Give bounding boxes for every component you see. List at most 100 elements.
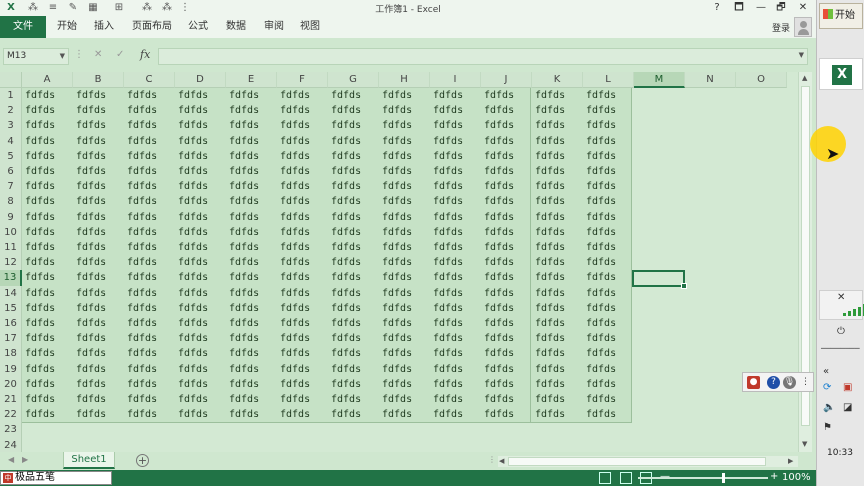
cell[interactable]: fdfds [481,255,514,270]
cell[interactable]: fdfds [328,286,361,301]
cell[interactable]: fdfds [481,286,514,301]
column-header-c[interactable]: C [124,72,175,88]
cell[interactable]: fdfds [226,179,259,194]
row-header-17[interactable]: 17 [0,331,22,347]
normal-view-icon[interactable] [599,472,611,484]
cell[interactable]: fdfds [124,407,157,422]
cell[interactable]: fdfds [175,331,208,346]
cell[interactable]: fdfds [379,286,412,301]
cell[interactable]: fdfds [73,392,106,407]
tab-insert[interactable]: 插入 [88,16,120,38]
column-header-f[interactable]: F [277,72,328,88]
cell[interactable]: fdfds [430,179,463,194]
add-sheet-button[interactable]: + [136,454,149,467]
cell[interactable]: fdfds [583,377,616,392]
cell[interactable]: fdfds [73,255,106,270]
row-header-18[interactable]: 18 [0,346,22,362]
cell[interactable]: fdfds [277,210,310,225]
cell[interactable]: fdfds [73,407,106,422]
restore-icon[interactable]: 🗗 [772,1,790,15]
cell[interactable]: fdfds [124,301,157,316]
cell[interactable]: fdfds [583,179,616,194]
cell[interactable]: fdfds [379,270,412,285]
cell[interactable]: fdfds [175,346,208,361]
column-header-k[interactable]: K [532,72,583,88]
cell[interactable]: fdfds [175,255,208,270]
horizontal-scroll-thumb[interactable] [508,457,766,466]
zoom-slider-thumb[interactable] [722,473,725,483]
row-header-6[interactable]: 6 [0,164,22,180]
cell[interactable]: fdfds [277,88,310,103]
cell[interactable]: fdfds [73,301,106,316]
insert-function-button[interactable]: fx [140,48,150,61]
cell[interactable]: fdfds [379,377,412,392]
row-header-23[interactable]: 23 [0,422,22,438]
cell[interactable]: fdfds [430,88,463,103]
cell[interactable]: fdfds [532,316,565,331]
row-header-4[interactable]: 4 [0,133,22,149]
cell[interactable]: fdfds [379,210,412,225]
cell[interactable]: fdfds [481,179,514,194]
cell[interactable]: fdfds [481,316,514,331]
cell[interactable]: fdfds [328,331,361,346]
scroll-down-icon[interactable]: ▼ [802,440,807,448]
cell[interactable]: fdfds [124,88,157,103]
cell[interactable]: fdfds [532,225,565,240]
cell[interactable]: fdfds [481,301,514,316]
cell[interactable]: fdfds [277,164,310,179]
cell[interactable]: fdfds [226,210,259,225]
cell[interactable]: fdfds [226,392,259,407]
cell[interactable]: fdfds [583,194,616,209]
cell[interactable]: fdfds [430,134,463,149]
cell[interactable]: fdfds [226,103,259,118]
cell[interactable]: fdfds [73,240,106,255]
cell[interactable]: fdfds [73,88,106,103]
cell[interactable]: fdfds [430,362,463,377]
cell[interactable]: fdfds [430,103,463,118]
cell[interactable]: fdfds [277,270,310,285]
active-cell[interactable] [632,270,687,289]
cell[interactable]: fdfds [124,362,157,377]
cell[interactable]: fdfds [328,103,361,118]
cell[interactable]: fdfds [532,407,565,422]
cell[interactable]: fdfds [22,194,55,209]
cell[interactable]: fdfds [583,149,616,164]
cell[interactable]: fdfds [379,362,412,377]
cell[interactable]: fdfds [430,240,463,255]
cell[interactable]: fdfds [124,316,157,331]
cell[interactable]: fdfds [277,149,310,164]
cell[interactable]: fdfds [124,194,157,209]
cell[interactable]: fdfds [73,362,106,377]
tab-data[interactable]: 数据 [220,16,252,38]
cell[interactable]: fdfds [583,255,616,270]
cell[interactable]: fdfds [22,149,55,164]
cell[interactable]: fdfds [532,210,565,225]
cell[interactable]: fdfds [328,225,361,240]
cell[interactable]: fdfds [124,286,157,301]
cell[interactable]: fdfds [73,346,106,361]
cell[interactable]: fdfds [277,179,310,194]
row-header-11[interactable]: 11 [0,240,22,256]
cell[interactable]: fdfds [430,270,463,285]
cell[interactable]: fdfds [175,270,208,285]
cell[interactable]: fdfds [226,194,259,209]
cell[interactable]: fdfds [379,316,412,331]
cell[interactable]: fdfds [430,164,463,179]
cell[interactable]: fdfds [583,210,616,225]
row-header-10[interactable]: 10 [0,224,22,240]
cell[interactable]: fdfds [277,407,310,422]
cell[interactable]: fdfds [277,134,310,149]
cell[interactable]: fdfds [583,88,616,103]
tab-view[interactable]: 视图 [294,16,326,38]
cell[interactable]: fdfds [583,407,616,422]
split-handle-icon[interactable]: ⋮ [488,455,496,464]
row-header-2[interactable]: 2 [0,103,22,119]
cell[interactable]: fdfds [124,118,157,133]
cell[interactable]: fdfds [73,118,106,133]
cell[interactable]: fdfds [73,377,106,392]
cell[interactable]: fdfds [277,316,310,331]
page-layout-view-icon[interactable] [620,472,632,484]
cell[interactable]: fdfds [328,164,361,179]
cell[interactable]: fdfds [175,134,208,149]
cell[interactable]: fdfds [328,134,361,149]
